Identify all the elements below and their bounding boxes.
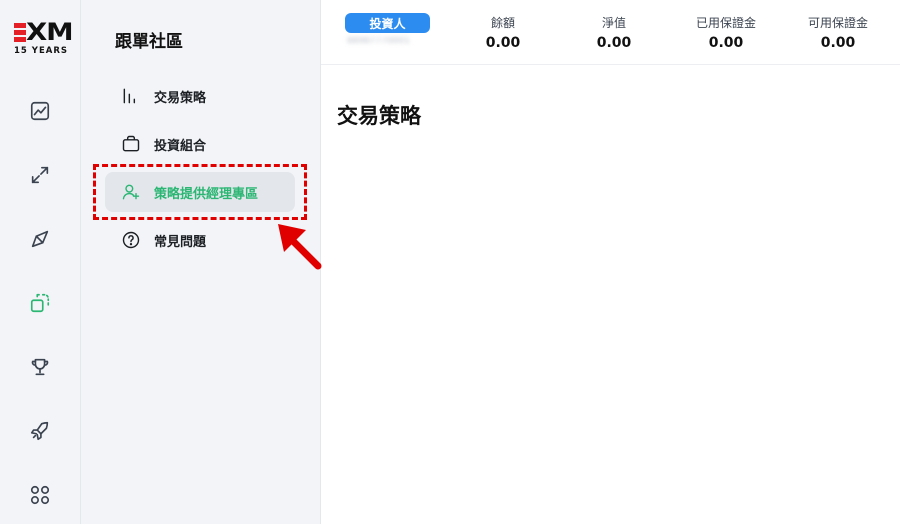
account-id: 88987770001 bbox=[347, 37, 410, 46]
stat-value: 0.00 bbox=[485, 35, 521, 51]
bar-chart-icon bbox=[123, 88, 136, 104]
page-title: 交易策略 bbox=[337, 104, 421, 128]
compass-icon[interactable] bbox=[28, 227, 52, 251]
nav-item-trading-strategies[interactable]: 交易策略 bbox=[105, 76, 295, 116]
stat-value: 0.00 bbox=[708, 35, 744, 51]
stat-value: 0.00 bbox=[596, 35, 632, 51]
nav-item-label: 策略提供經理專區 bbox=[154, 186, 259, 202]
nav-item-label: 投資組合 bbox=[154, 138, 207, 154]
logo-bars-icon bbox=[14, 21, 26, 43]
briefcase-icon bbox=[122, 135, 140, 152]
rocket-icon[interactable] bbox=[28, 419, 52, 443]
user-plus-icon bbox=[122, 184, 140, 200]
logo-subtitle: 15 YEARS bbox=[14, 46, 68, 56]
nav-item-label: 常見問題 bbox=[154, 234, 207, 250]
stat-used-margin: 已用保證金 0.00 bbox=[676, 14, 776, 51]
account-stats-bar: 投資人 88987770001 餘額 0.00 淨值 0.00 已用保證金 0.… bbox=[321, 0, 900, 65]
stat-free-margin: 可用保證金 0.00 bbox=[788, 14, 888, 51]
question-circle-icon bbox=[122, 231, 140, 249]
stat-equity: 淨值 0.00 bbox=[564, 14, 664, 51]
logo-text: XM bbox=[25, 18, 74, 46]
account-type-badge[interactable]: 投資人 bbox=[345, 13, 430, 33]
nav-item-strategy-manager-area[interactable]: 策略提供經理專區 bbox=[105, 172, 295, 212]
stat-label: 已用保證金 bbox=[695, 16, 756, 30]
nav-item-faq[interactable]: 常見問題 bbox=[105, 220, 295, 260]
chart-icon[interactable] bbox=[28, 99, 52, 123]
stat-balance: 餘額 0.00 bbox=[453, 14, 553, 51]
transfer-arrows-icon[interactable] bbox=[28, 163, 52, 187]
copy-trading-icon[interactable] bbox=[28, 291, 52, 315]
nav-item-label: 交易策略 bbox=[154, 90, 207, 106]
sidebar-title: 跟單社區 bbox=[115, 32, 183, 52]
apps-grid-icon[interactable] bbox=[28, 483, 52, 507]
icon-rail: XM 15 YEARS bbox=[0, 0, 81, 524]
stat-label: 餘額 bbox=[490, 16, 515, 30]
stat-value: 0.00 bbox=[820, 35, 856, 51]
community-sidebar: 跟單社區 交易策略 投資組合 策略提供經理專區 常見問題 bbox=[81, 0, 321, 524]
stat-label: 淨值 bbox=[601, 16, 626, 30]
xm-logo[interactable]: XM 15 YEARS bbox=[14, 17, 73, 57]
stat-label: 可用保證金 bbox=[807, 16, 868, 30]
nav-item-portfolio[interactable]: 投資組合 bbox=[105, 124, 295, 164]
trophy-icon[interactable] bbox=[28, 355, 52, 379]
logo-mark: XM bbox=[14, 17, 73, 44]
